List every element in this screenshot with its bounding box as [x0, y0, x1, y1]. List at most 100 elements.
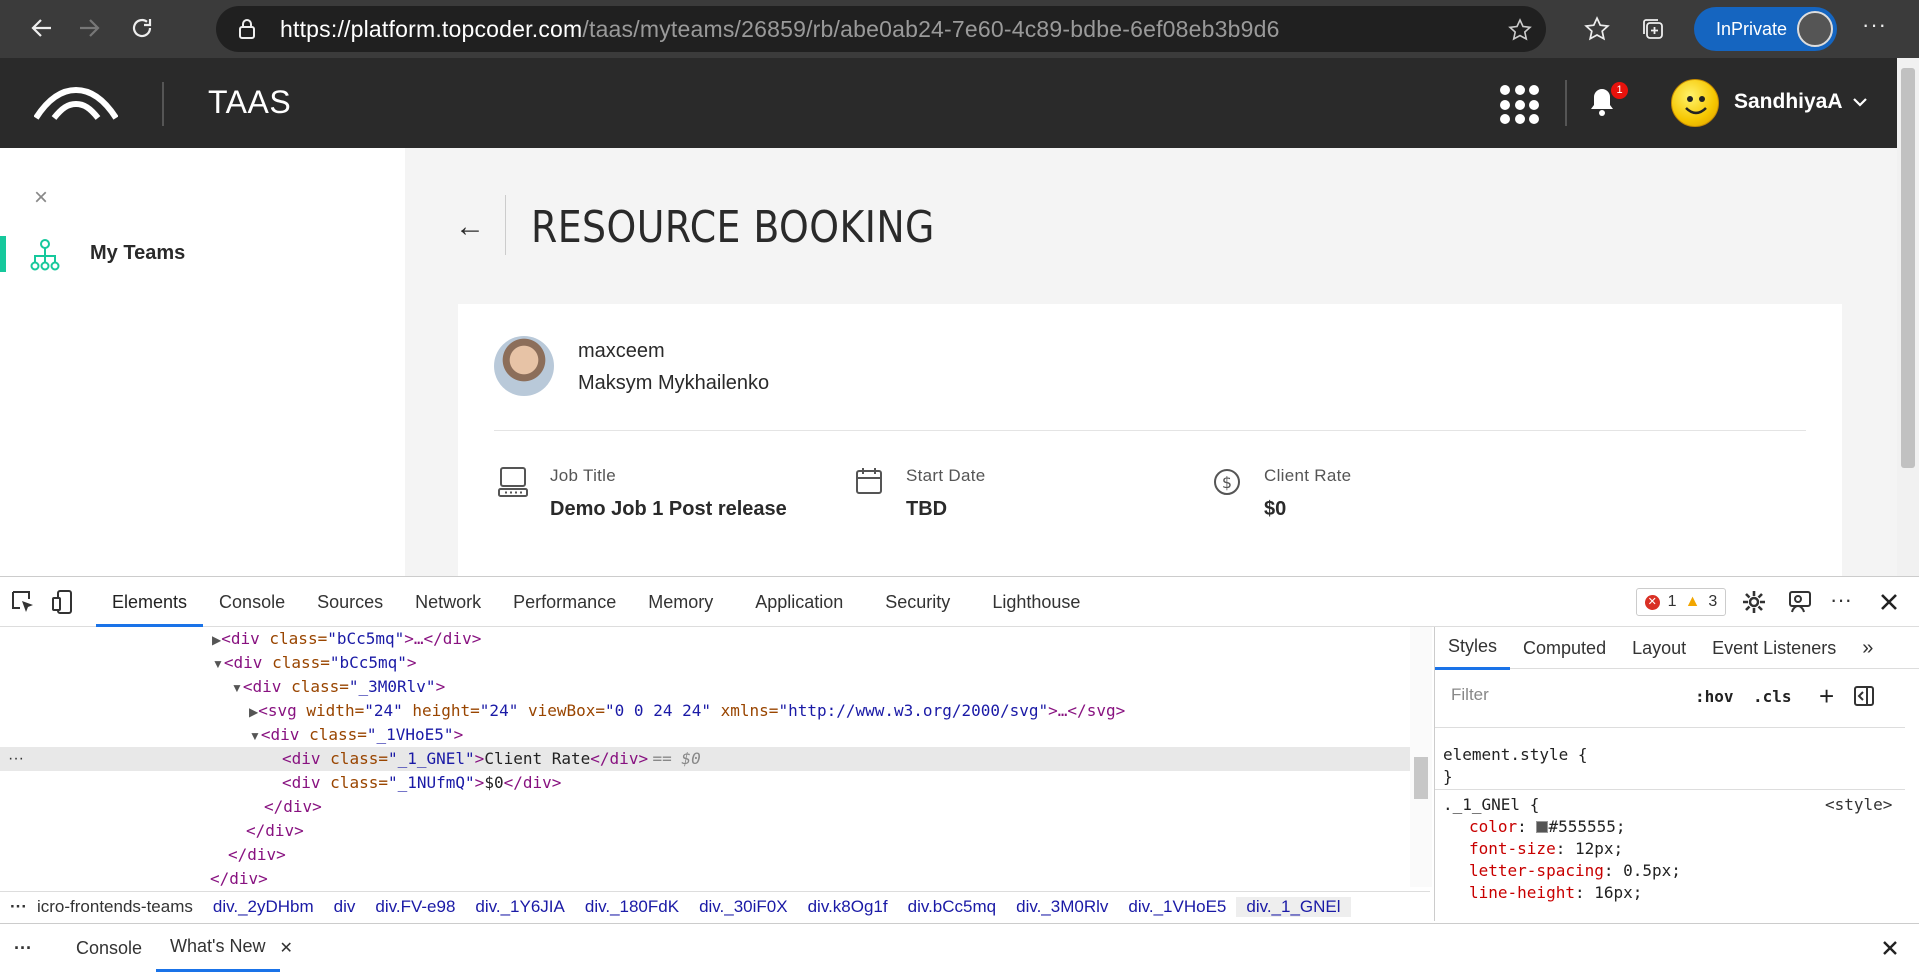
- dom-line[interactable]: ▶<svg width="24" height="24" viewBox="0 …: [249, 699, 1125, 723]
- breadcrumb-item[interactable]: div._180FdK: [575, 897, 689, 917]
- favorites-icon[interactable]: [1584, 16, 1610, 42]
- tab-styles[interactable]: Styles: [1435, 625, 1511, 670]
- dom-line[interactable]: ▼<div class="_1VHoE5">: [249, 723, 463, 747]
- header-divider: [162, 82, 164, 126]
- tab-sources[interactable]: Sources: [301, 577, 399, 627]
- refresh-icon[interactable]: [120, 6, 164, 50]
- dom-line[interactable]: ▼<div class="_3M0Rlv">: [231, 675, 445, 699]
- close-tab-icon[interactable]: ✕: [280, 938, 293, 958]
- css-property[interactable]: color: #555555;: [1469, 817, 1626, 836]
- drawer-tab-console[interactable]: Console: [46, 925, 156, 971]
- dom-line[interactable]: </div>: [246, 819, 304, 843]
- css-property[interactable]: font-size: 12px;: [1469, 839, 1623, 858]
- dom-line[interactable]: </div>: [264, 795, 322, 819]
- add-rule-icon[interactable]: +: [1819, 681, 1834, 712]
- dom-line-selected[interactable]: <div class="_1_GNEl">Client Rate</div> =…: [282, 747, 701, 771]
- tab-security[interactable]: Security: [869, 577, 976, 627]
- css-property[interactable]: letter-spacing: 0.5px;: [1469, 861, 1681, 880]
- breadcrumb-item[interactable]: div.k8Og1f: [798, 897, 898, 917]
- title-divider: [505, 195, 506, 255]
- breadcrumb-item[interactable]: div._2yDHbm: [203, 897, 324, 917]
- dom-line-menu-icon[interactable]: ···: [8, 747, 24, 771]
- tab-network[interactable]: Network: [399, 577, 497, 627]
- feedback-icon[interactable]: [1787, 590, 1813, 614]
- tab-computed[interactable]: Computed: [1510, 627, 1619, 669]
- styles-tabbar: Styles Computed Layout Event Listeners »: [1435, 625, 1919, 670]
- tab-application[interactable]: Application: [739, 577, 869, 627]
- cls-button[interactable]: .cls: [1753, 687, 1792, 706]
- more-options-icon[interactable]: ···: [1830, 587, 1852, 613]
- lock-icon: [239, 19, 255, 39]
- inspect-element-icon[interactable]: [10, 589, 36, 615]
- page-scrollbar[interactable]: [1897, 58, 1919, 576]
- hov-button[interactable]: :hov: [1695, 687, 1734, 706]
- breadcrumb-item[interactable]: div.bCc5mq: [898, 897, 1007, 917]
- field-value: $0: [1264, 498, 1287, 520]
- field-label: Start Date: [906, 466, 986, 485]
- chevron-down-icon[interactable]: [1852, 96, 1868, 108]
- member-handle[interactable]: maxceem: [578, 340, 665, 363]
- dom-line[interactable]: <div class="_1NUfmQ">$0</div>: [282, 771, 561, 795]
- app-title: TAAS: [208, 84, 292, 120]
- back-icon[interactable]: [20, 6, 64, 50]
- dom-line[interactable]: </div>: [228, 843, 286, 867]
- apps-grid-icon[interactable]: [1500, 85, 1540, 125]
- drawer-tab-whats-new[interactable]: What's New: [156, 923, 280, 972]
- tab-lighthouse[interactable]: Lighthouse: [976, 577, 1096, 627]
- css-property[interactable]: line-height: 16px;: [1469, 883, 1642, 902]
- close-icon[interactable]: [1880, 593, 1898, 611]
- tab-performance[interactable]: Performance: [497, 577, 632, 627]
- selected-node-highlight: [0, 747, 1412, 771]
- breadcrumb-item[interactable]: div._1Y6JIA: [465, 897, 574, 917]
- dom-line[interactable]: </div>: [210, 867, 268, 887]
- browser-menu-icon[interactable]: ···: [1862, 12, 1887, 38]
- back-arrow-icon[interactable]: ←: [455, 210, 485, 244]
- tab-memory[interactable]: Memory: [632, 577, 739, 627]
- breadcrumb-item[interactable]: div._1_GNEl: [1236, 896, 1351, 917]
- card-divider: [494, 430, 1806, 431]
- close-icon[interactable]: ×: [34, 184, 48, 212]
- styles-pane: Styles Computed Layout Event Listeners »…: [1434, 627, 1919, 921]
- rule-close: }: [1443, 767, 1453, 786]
- tab-console[interactable]: Console: [203, 577, 301, 627]
- collections-icon[interactable]: [1640, 16, 1666, 42]
- topcoder-logo-icon[interactable]: [34, 86, 118, 122]
- breadcrumb-item[interactable]: div: [324, 897, 366, 917]
- svg-text:$: $: [1222, 473, 1232, 492]
- breadcrumb-item[interactable]: div._3M0Rlv: [1006, 897, 1118, 917]
- user-name[interactable]: SandhiyaA: [1734, 90, 1843, 114]
- elements-tree[interactable]: ▶<div class="bCc5mq">…</div> ▼<div class…: [0, 627, 1412, 887]
- rule-selector[interactable]: ._1_GNEl {: [1443, 795, 1539, 814]
- breadcrumb-item[interactable]: div._30iF0X: [689, 897, 798, 917]
- styles-filter-input[interactable]: Filter: [1441, 677, 1681, 715]
- address-bar[interactable]: https://platform.topcoder.com/taas/mytea…: [216, 6, 1546, 52]
- member-name: Maksym Mykhailenko: [578, 372, 770, 394]
- element-style-rule[interactable]: element.style {: [1443, 745, 1588, 764]
- sidebar-item-my-teams[interactable]: My Teams: [90, 242, 185, 265]
- devtools-tabbar: Elements Console Sources Network Perform…: [0, 577, 1919, 627]
- breadcrumb-item[interactable]: div._1VHoE5: [1118, 897, 1236, 917]
- inprivate-button[interactable]: InPrivate: [1694, 7, 1837, 51]
- breadcrumb-item[interactable]: div.FV-e98: [365, 897, 465, 917]
- tab-event-listeners[interactable]: Event Listeners: [1699, 627, 1849, 669]
- dom-line[interactable]: ▼<div class="bCc5mq">: [212, 651, 417, 675]
- add-favorite-icon[interactable]: [1508, 18, 1532, 42]
- rule-source-link[interactable]: <style>: [1825, 795, 1892, 814]
- close-drawer-icon[interactable]: [1882, 940, 1898, 956]
- tab-layout[interactable]: Layout: [1619, 627, 1699, 669]
- user-avatar[interactable]: [1671, 79, 1719, 127]
- drawer-menu-icon[interactable]: ···: [0, 925, 46, 971]
- more-tabs-icon[interactable]: »: [1849, 627, 1886, 669]
- toggle-sidebar-icon[interactable]: [1853, 685, 1875, 707]
- issues-counter[interactable]: ✕ 1 ▲ 3: [1636, 588, 1726, 616]
- device-toolbar-icon[interactable]: [52, 589, 74, 615]
- dom-line[interactable]: ▶<div class="bCc5mq">…</div>: [212, 627, 481, 651]
- breadcrumb-menu-icon[interactable]: ···: [0, 897, 37, 917]
- breadcrumb-item[interactable]: icro-frontends-teams: [37, 897, 203, 917]
- browser-toolbar: https://platform.topcoder.com/taas/mytea…: [0, 0, 1919, 58]
- elements-scrollbar[interactable]: [1410, 627, 1432, 887]
- tab-elements[interactable]: Elements: [96, 577, 204, 627]
- color-swatch-icon[interactable]: [1536, 821, 1549, 833]
- gear-icon[interactable]: [1742, 590, 1766, 614]
- forward-icon[interactable]: [67, 6, 111, 50]
